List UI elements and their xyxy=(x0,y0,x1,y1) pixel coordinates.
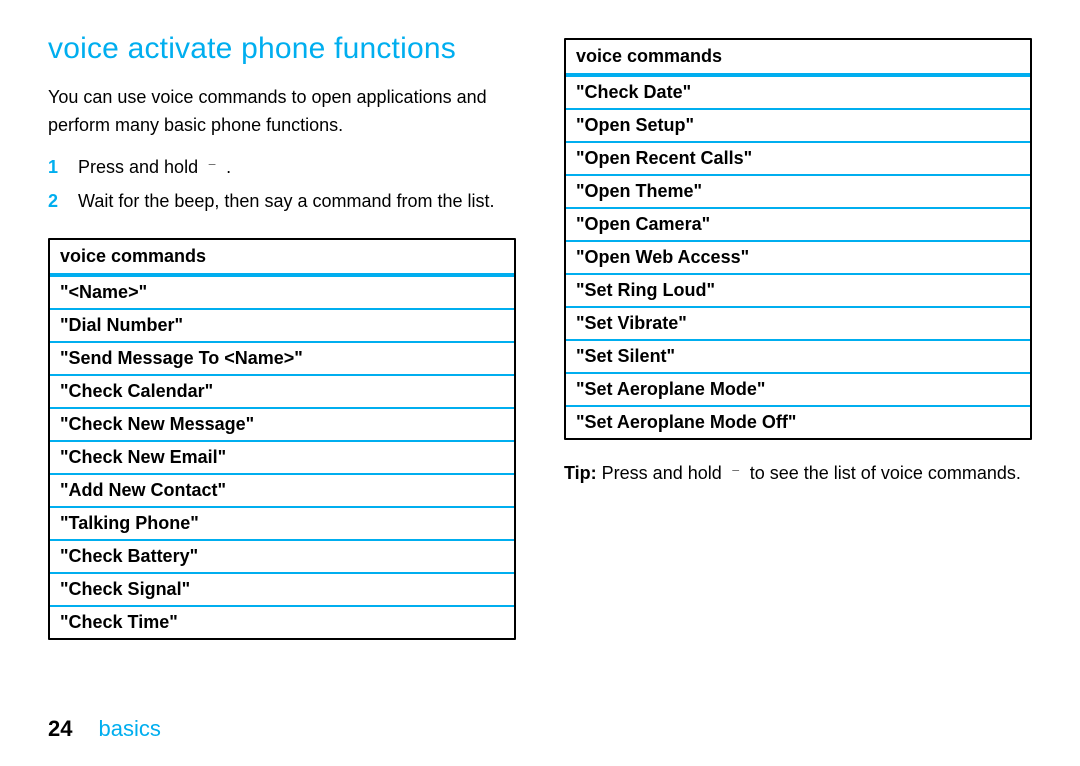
table-row: "Set Ring Loud" xyxy=(566,275,1030,308)
intro-paragraph: You can use voice commands to open appli… xyxy=(48,84,516,140)
table-row: "Add New Contact" xyxy=(50,475,514,508)
table-row: "Set Vibrate" xyxy=(566,308,1030,341)
step-2: 2 Wait for the beep, then say a command … xyxy=(48,188,516,216)
step-text: Press and hold ¯ . xyxy=(78,154,231,182)
table-row: "Open Web Access" xyxy=(566,242,1030,275)
table-header: voice commands xyxy=(566,40,1030,77)
voice-commands-table-2: voice commands "Check Date" "Open Setup"… xyxy=(564,38,1032,440)
table-row: "Send Message To <Name>" xyxy=(50,343,514,376)
page-title: voice activate phone functions xyxy=(48,32,516,66)
table-row: "Set Silent" xyxy=(566,341,1030,374)
table-row: "Check Date" xyxy=(566,77,1030,110)
table-header: voice commands xyxy=(50,240,514,277)
voice-commands-table-1: voice commands "<Name>" "Dial Number" "S… xyxy=(48,238,516,640)
steps-list: 1 Press and hold ¯ . 2 Wait for the beep… xyxy=(48,154,516,216)
table-row: "Open Recent Calls" xyxy=(566,143,1030,176)
table-row: "Check Signal" xyxy=(50,574,514,607)
hold-key-icon: ¯ xyxy=(203,164,221,178)
section-name: basics xyxy=(98,716,160,742)
table-row: "Dial Number" xyxy=(50,310,514,343)
step-1: 1 Press and hold ¯ . xyxy=(48,154,516,182)
table-row: "Check Battery" xyxy=(50,541,514,574)
step-number: 1 xyxy=(48,154,66,182)
table-row: "Set Aeroplane Mode Off" xyxy=(566,407,1030,438)
table-row: "<Name>" xyxy=(50,277,514,310)
table-row: "Open Theme" xyxy=(566,176,1030,209)
page-footer: 24 basics xyxy=(48,716,161,742)
table-row: "Check New Message" xyxy=(50,409,514,442)
table-row: "Open Camera" xyxy=(566,209,1030,242)
table-row: "Talking Phone" xyxy=(50,508,514,541)
tip-label: Tip: xyxy=(564,463,597,483)
step-text: Wait for the beep, then say a command fr… xyxy=(78,188,495,216)
tip-paragraph: Tip: Press and hold ¯ to see the list of… xyxy=(564,460,1032,488)
step-number: 2 xyxy=(48,188,66,216)
table-row: "Check New Email" xyxy=(50,442,514,475)
table-row: "Set Aeroplane Mode" xyxy=(566,374,1030,407)
table-row: "Check Time" xyxy=(50,607,514,638)
page-number: 24 xyxy=(48,716,72,742)
table-row: "Check Calendar" xyxy=(50,376,514,409)
table-row: "Open Setup" xyxy=(566,110,1030,143)
hold-key-icon: ¯ xyxy=(727,470,745,484)
